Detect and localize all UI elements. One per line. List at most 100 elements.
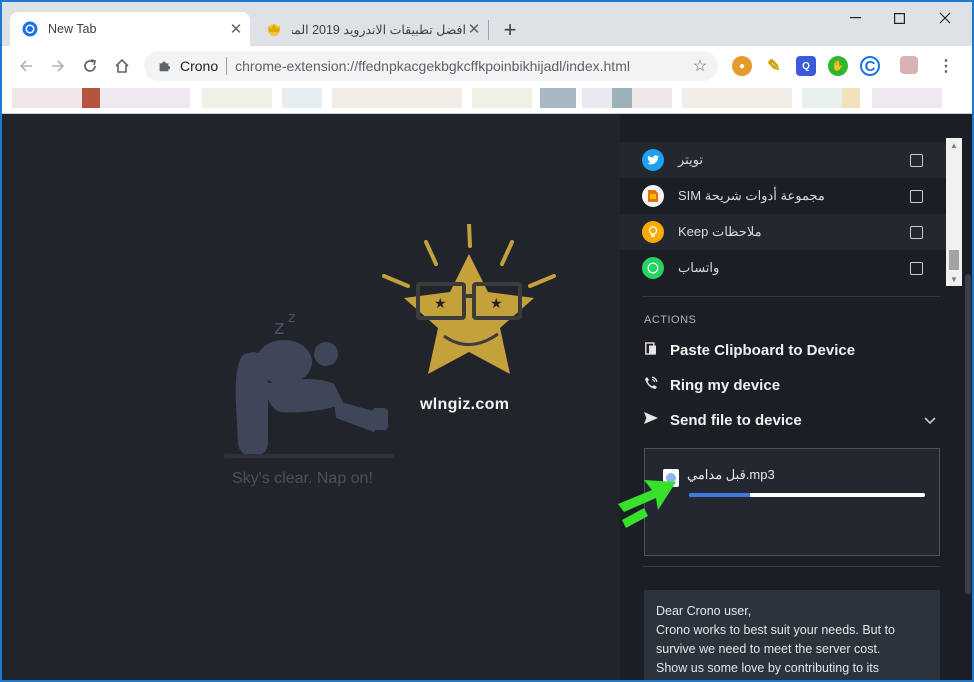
svg-text:z: z [288, 310, 295, 326]
app-checkbox[interactable] [910, 189, 923, 203]
phone-ring-icon [642, 376, 660, 394]
action-label: Ring my device [670, 376, 781, 394]
upload-progress-fill [689, 493, 751, 497]
app-checkbox[interactable] [910, 225, 923, 239]
crown-icon [268, 24, 280, 36]
upload-progress-bar [689, 493, 925, 497]
panel-divider [642, 296, 940, 297]
ring-device-button[interactable]: Ring my device [642, 373, 942, 397]
bookmark-item[interactable] [282, 88, 322, 108]
tab-new-tab[interactable]: New Tab ✕ [10, 12, 250, 46]
hand-extension-icon[interactable]: ✋ [828, 56, 848, 76]
bookmark-item[interactable] [802, 88, 842, 108]
watermark-text: wlngiz.com [420, 396, 510, 413]
send-icon [642, 411, 660, 429]
app-list-scrollbar[interactable]: ▲ ▼ [946, 138, 962, 286]
whatsapp-icon [642, 257, 664, 279]
transfer-filename: قبل مدامي.mp3 [687, 467, 775, 482]
bookmark-item[interactable] [12, 88, 82, 108]
bookmarks-bar [2, 86, 972, 114]
new-tab-button[interactable]: + [496, 16, 524, 44]
message-line: survive we need to meet the server cost. [656, 642, 881, 656]
cookie-extension-icon[interactable]: ● [732, 56, 752, 76]
page-scrollbar[interactable] [964, 114, 972, 680]
chrome-icon [22, 21, 38, 37]
extension-page: z z Sky's clear. Nap on! ★ ★ wlngiz.com [2, 114, 972, 680]
url-text[interactable]: chrome-extension://ffednpkacgekbgkcffkpo… [235, 58, 686, 74]
scroll-down-arrow-icon[interactable]: ▼ [946, 272, 962, 286]
clipboard-icon [642, 341, 660, 359]
bookmark-item[interactable] [582, 88, 612, 108]
app-name: ملاحظات Keep [678, 224, 762, 239]
bookmark-star-icon[interactable]: ☆ [686, 56, 714, 76]
app-name: مجموعة أدوات شريحة SIM [678, 188, 825, 203]
crono-extension-icon[interactable]: C [860, 56, 880, 76]
maximize-button[interactable] [876, 2, 922, 34]
maximize-icon [893, 12, 905, 24]
pointer-arrow-icon [618, 480, 676, 528]
app-name: واتساب [678, 260, 720, 275]
bookmark-item[interactable] [100, 88, 190, 108]
page-scroll-thumb[interactable] [965, 274, 971, 594]
browser-window: New Tab ✕ افضل تطبيقات الاندرويد 2019 ال… [2, 2, 972, 680]
star-watermark-logo: ★ ★ [382, 224, 556, 374]
message-line: Dear Crono user, [656, 604, 752, 618]
paste-clipboard-button[interactable]: Paste Clipboard to Device [642, 338, 942, 362]
puzzle-icon [159, 61, 171, 72]
tab-title: افضل تطبيقات الاندرويد 2019 المجانية [292, 22, 466, 37]
bookmark-item[interactable] [682, 88, 792, 108]
svg-text:z: z [274, 315, 285, 339]
search-extension-icon[interactable]: Q [796, 56, 816, 76]
home-button[interactable] [108, 52, 136, 80]
support-message-card: Dear Crono user, Crono works to best sui… [644, 590, 940, 680]
url-separator [226, 57, 228, 75]
bookmark-item[interactable] [872, 88, 942, 108]
address-bar[interactable]: Crono chrome-extension://ffednpkacgekbgk… [144, 51, 718, 81]
bookmark-item[interactable] [540, 88, 576, 108]
reload-icon [84, 59, 97, 72]
bookmark-item[interactable] [612, 88, 632, 108]
browser-toolbar: Crono chrome-extension://ffednpkacgekbgk… [2, 46, 972, 86]
bookmark-item[interactable] [82, 88, 100, 108]
bookmark-item[interactable] [842, 88, 860, 108]
scroll-up-arrow-icon[interactable]: ▲ [946, 138, 962, 152]
svg-text:★: ★ [490, 296, 503, 312]
minimize-icon [849, 17, 861, 19]
send-file-button[interactable]: Send file to device [642, 408, 942, 432]
tab-separator [488, 20, 489, 40]
action-label: Paste Clipboard to Device [670, 341, 856, 359]
action-label: Send file to device [670, 411, 802, 429]
bookmark-item[interactable] [472, 88, 532, 108]
arrow-left-icon [19, 60, 32, 72]
app-checkbox[interactable] [910, 261, 923, 275]
bookmark-item[interactable] [332, 88, 462, 108]
url-origin: Crono [180, 58, 219, 74]
scroll-thumb[interactable] [949, 250, 959, 270]
profile-avatar[interactable] [900, 56, 918, 74]
minimize-button[interactable] [832, 2, 878, 34]
bookmark-item[interactable] [202, 88, 272, 108]
sim-icon [642, 185, 664, 207]
close-tab-icon[interactable]: ✕ [466, 21, 482, 38]
reload-button[interactable] [76, 52, 104, 80]
bookmark-item[interactable] [632, 88, 672, 108]
close-window-button[interactable] [922, 2, 968, 34]
app-row[interactable]: تويتر [620, 142, 946, 178]
menu-kebab-icon[interactable]: ⋮ [936, 56, 956, 76]
twitter-icon [642, 149, 664, 171]
chevron-down-icon[interactable] [924, 412, 936, 428]
close-tab-icon[interactable]: ✕ [228, 21, 244, 38]
app-row[interactable]: مجموعة أدوات شريحة SIM [620, 178, 946, 214]
tab-strip: New Tab ✕ افضل تطبيقات الاندرويد 2019 ال… [2, 2, 972, 46]
app-row[interactable]: واتساب [620, 250, 946, 286]
app-row[interactable]: ملاحظات Keep [620, 214, 946, 250]
broom-extension-icon[interactable]: ✎ [764, 56, 784, 76]
forward-button[interactable] [44, 52, 72, 80]
file-transfer-box[interactable]: قبل مدامي.mp3 [644, 448, 940, 556]
message-line: Show us some love by contributing to its [656, 661, 880, 675]
app-checkbox[interactable] [910, 153, 923, 167]
home-icon [115, 58, 129, 73]
back-button[interactable] [12, 52, 40, 80]
keep-icon [642, 221, 664, 243]
tab-article[interactable]: افضل تطبيقات الاندرويد 2019 المجانية ✕ [254, 12, 488, 46]
